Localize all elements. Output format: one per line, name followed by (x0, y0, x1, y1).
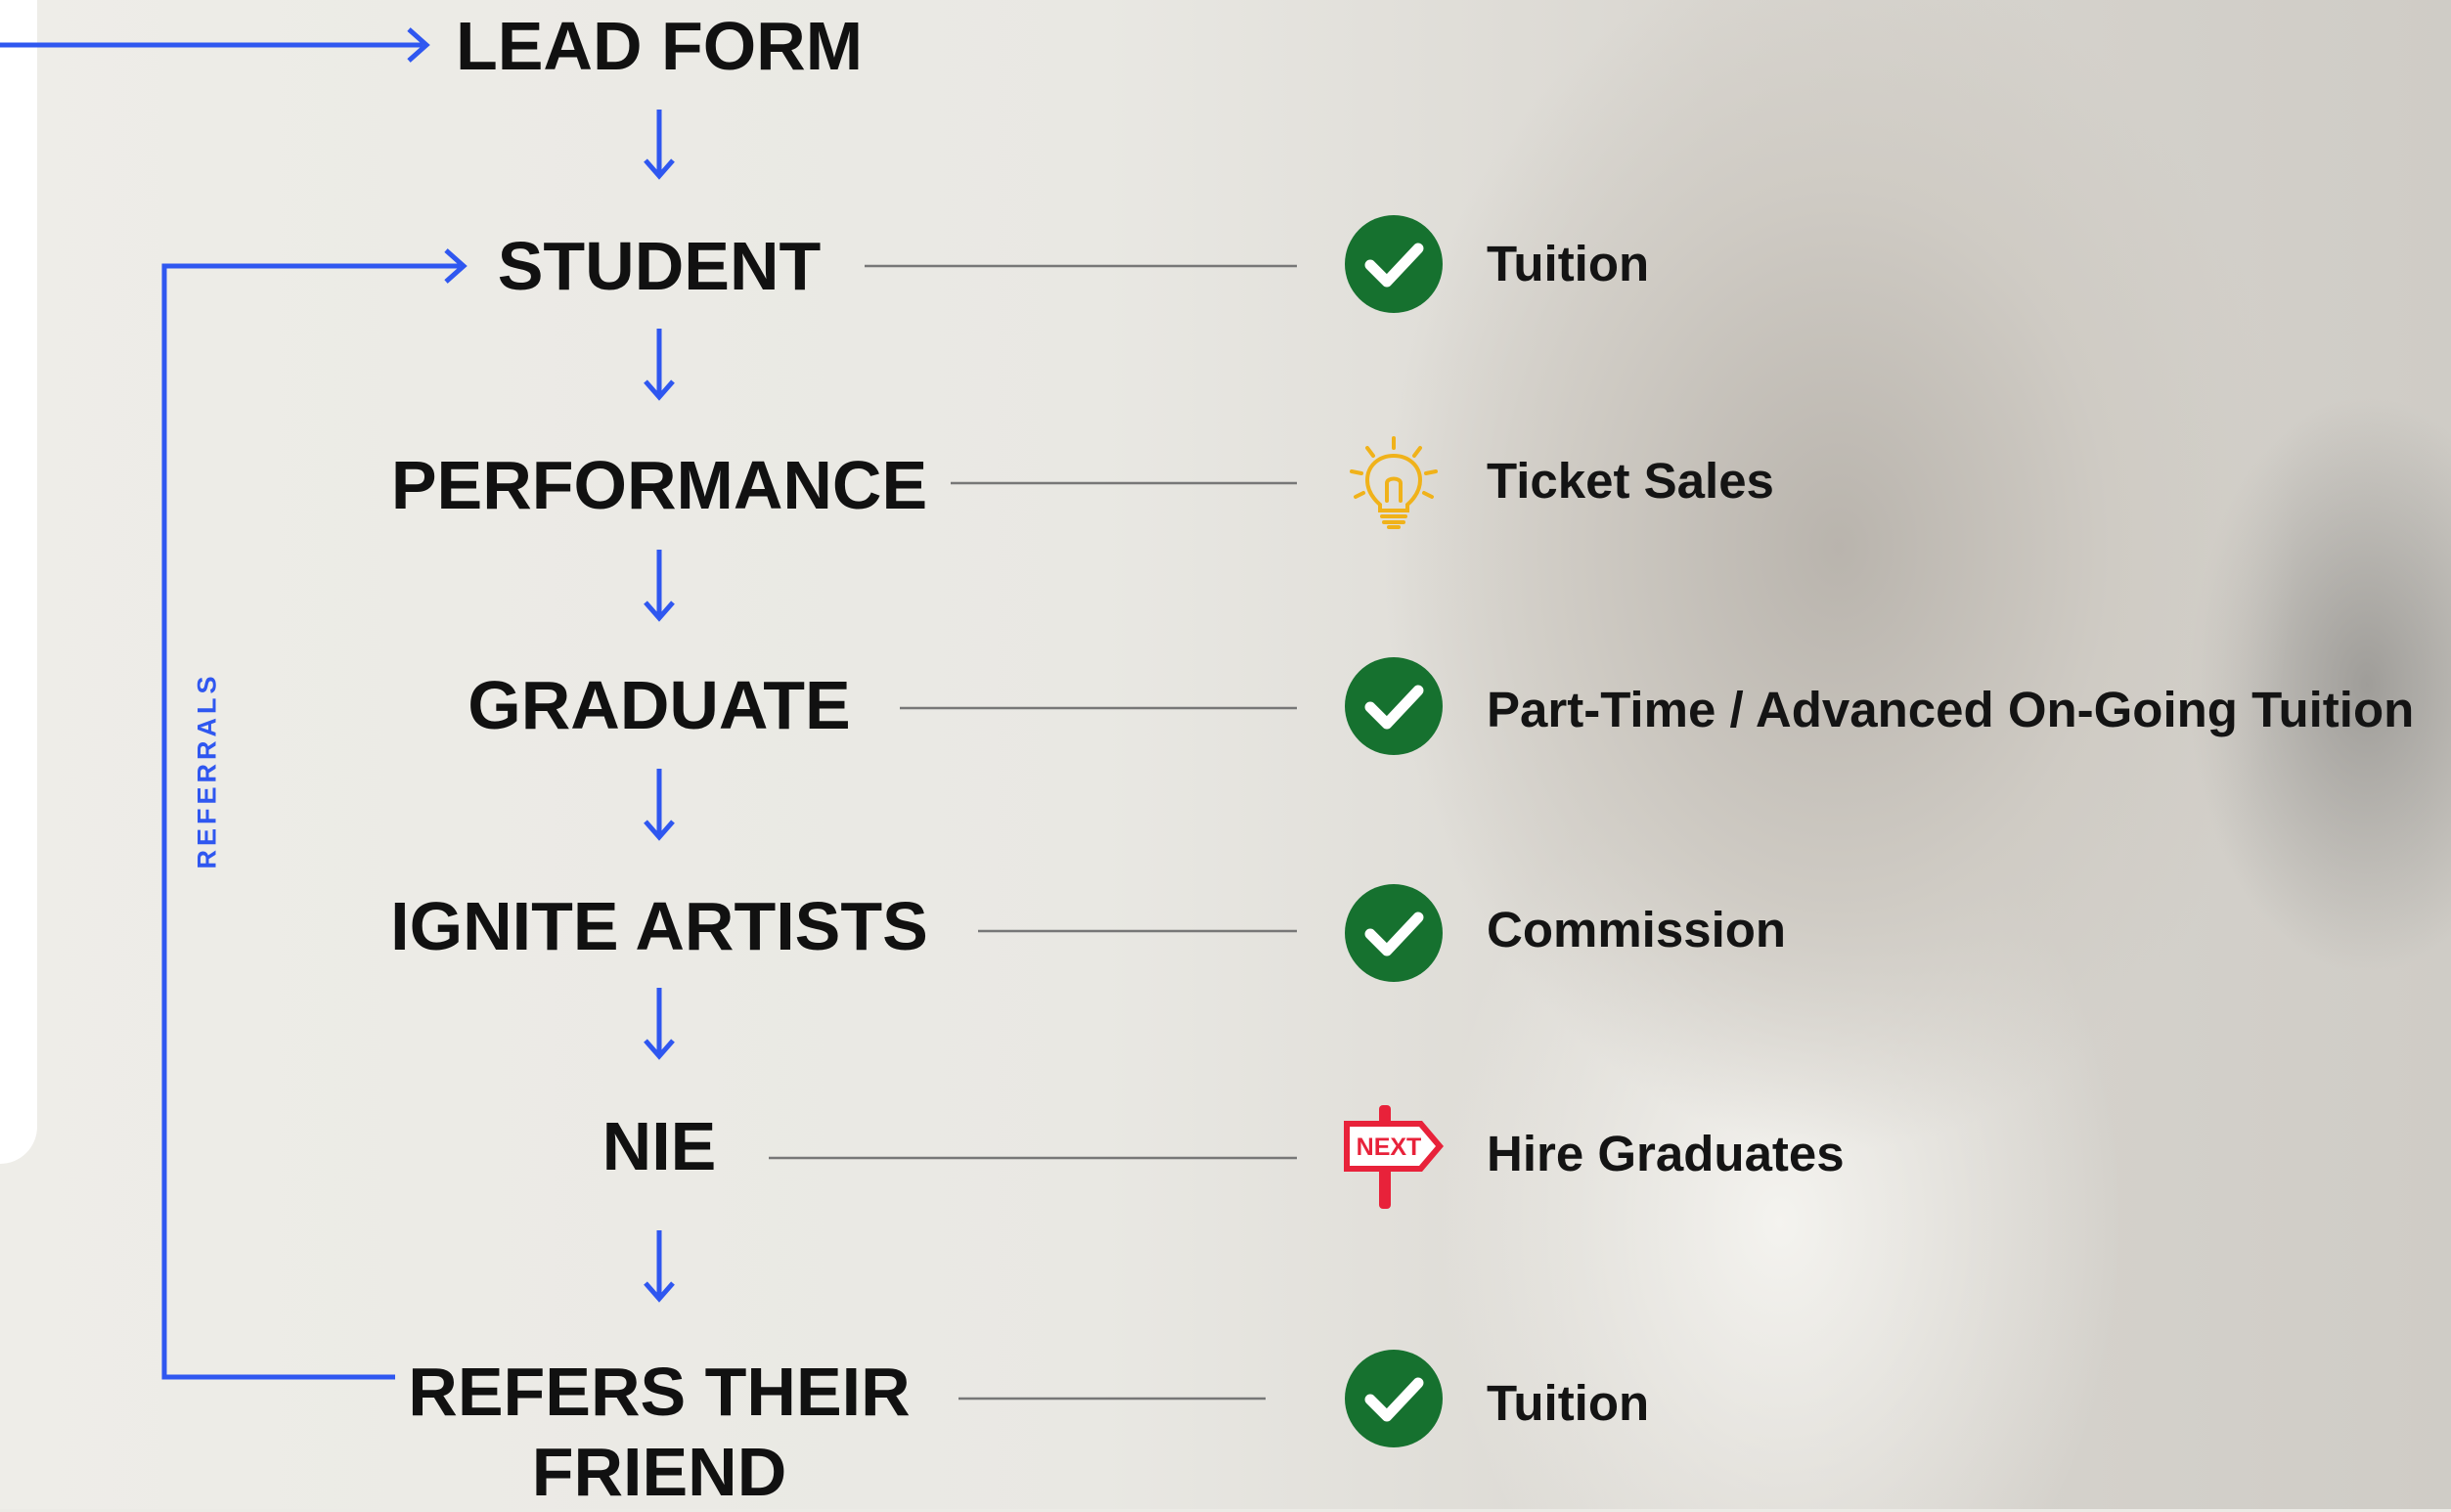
referrals-label: REFERRALS (192, 672, 222, 869)
stage-lead-form: LEAD FORM (455, 8, 864, 84)
lightbulb-icon (1350, 436, 1438, 529)
check-circle-icon (1345, 215, 1443, 313)
stage-nie: NIE (602, 1108, 717, 1184)
stage-refers-their-friend: REFERS THEIR FRIEND (408, 1354, 911, 1510)
stage-graduate: GRADUATE (468, 667, 851, 743)
outcome-label-nie: Hire Graduates (1487, 1126, 1845, 1181)
down-arrow (644, 769, 675, 841)
stage-performance: PERFORMANCE (390, 447, 928, 523)
outcome-label-ignite-artists: Commission (1487, 902, 1787, 957)
next-sign-icon: NEXT (1344, 1105, 1444, 1209)
down-arrow (644, 329, 675, 401)
next-sign-text: NEXT (1357, 1134, 1422, 1161)
outcome-label-student: Tuition (1487, 236, 1650, 291)
down-arrow (644, 988, 675, 1060)
outcome-label-refers-their-friend: Tuition (1487, 1375, 1650, 1431)
down-arrow (644, 110, 675, 180)
check-circle-icon (1345, 657, 1443, 755)
down-arrow (644, 1230, 675, 1303)
check-circle-icon (1345, 884, 1443, 982)
stage-student: STUDENT (497, 228, 822, 304)
outcome-label-graduate: Part-Time / Advanced On-Going Tuition (1487, 682, 2415, 737)
down-arrow (644, 550, 675, 622)
check-circle-icon (1345, 1350, 1443, 1447)
outcome-connectors (769, 264, 1297, 1401)
outcome-label-performance: Ticket Sales (1487, 453, 1774, 509)
stage-ignite-artists: IGNITE ARTISTS (390, 888, 928, 964)
